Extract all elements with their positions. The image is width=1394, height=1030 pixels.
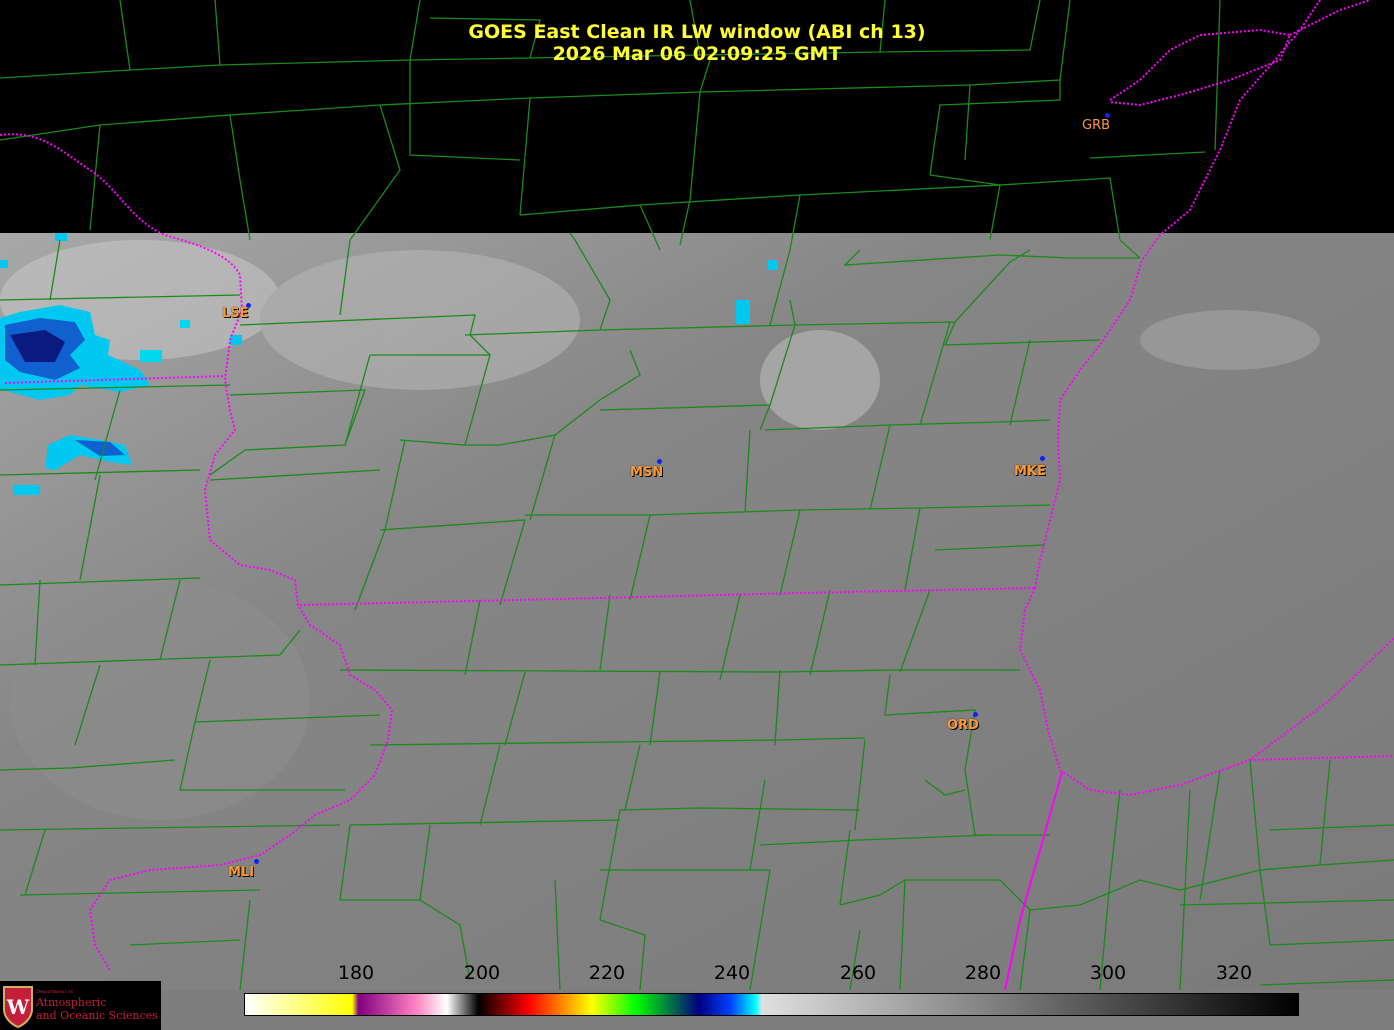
station-dot-ord <box>973 712 978 717</box>
logo-line2: and Oceanic Sciences <box>36 1009 158 1022</box>
station-dot-mke <box>1040 456 1045 461</box>
svg-text:W: W <box>6 995 30 1019</box>
colorbar-tick-label: 220 <box>588 962 626 984</box>
colorbar-tick-label: 200 <box>463 962 501 984</box>
logo-dept-small: Department of <box>36 989 73 995</box>
station-label-mke: MKE <box>1014 464 1046 479</box>
colorbar-tick-label: 240 <box>713 962 751 984</box>
station-label-lse: LSE <box>222 306 249 321</box>
colorbar-tick-label: 300 <box>1089 962 1127 984</box>
station-label-mli: MLI <box>228 865 255 880</box>
logo-line1: Atmospheric <box>36 996 107 1009</box>
colorbar-tick-label: 280 <box>964 962 1002 984</box>
station-label-ord: ORD <box>947 718 979 733</box>
uw-crest-icon: W <box>3 986 33 1029</box>
temperature-colorbar <box>244 993 1299 1016</box>
image-timestamp: 2026 Mar 06 02:09:25 GMT <box>552 43 842 65</box>
aos-logo: W Department of Atmospheric and Oceanic … <box>0 981 161 1030</box>
station-label-grb: GRB <box>1082 118 1111 133</box>
station-dot-mli <box>254 859 259 864</box>
image-title: GOES East Clean IR LW window (ABI ch 13) <box>468 21 926 43</box>
colorbar-tick-label: 320 <box>1215 962 1253 984</box>
station-dot-msn <box>657 459 662 464</box>
station-label-msn: MSN <box>630 465 664 480</box>
colorbar-tick-label: 260 <box>839 962 877 984</box>
colorbar-tick-label: 180 <box>337 962 375 984</box>
satellite-map <box>0 0 1394 1030</box>
